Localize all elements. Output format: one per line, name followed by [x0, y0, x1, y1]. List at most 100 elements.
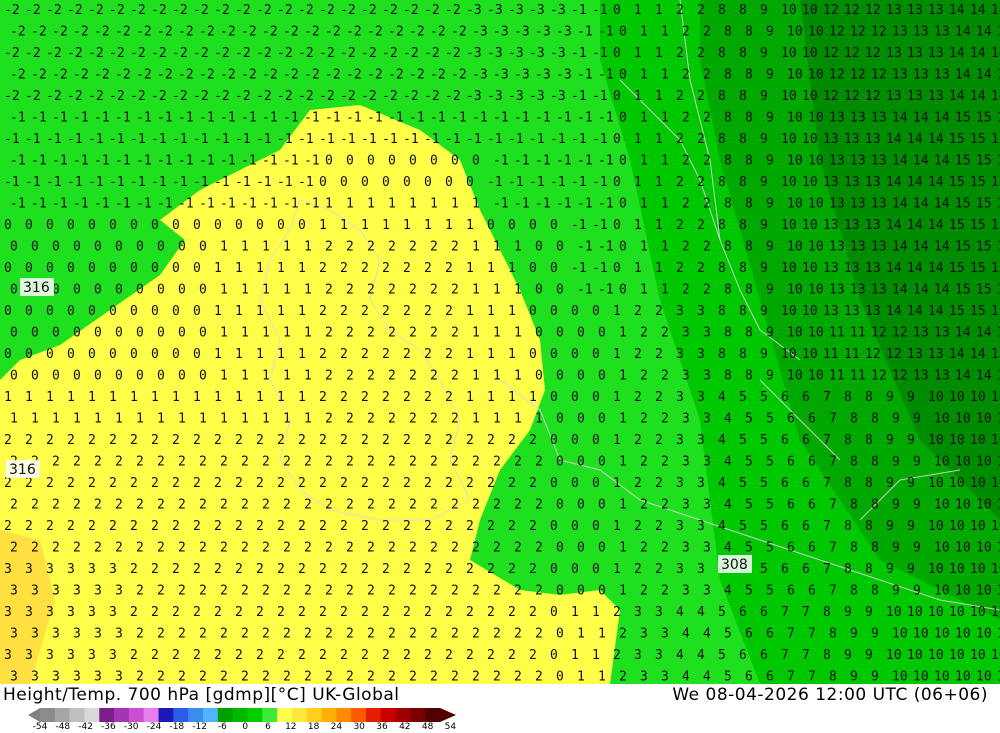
- temp-value: 2: [529, 433, 537, 448]
- temp-value: 14: [913, 240, 929, 255]
- temp-value: 1: [487, 347, 495, 362]
- temp-value: 3: [697, 519, 705, 534]
- temp-value: 8: [718, 304, 726, 319]
- temp-value: 1: [220, 240, 228, 255]
- temp-value: 0: [46, 218, 54, 233]
- temp-value: 1: [151, 390, 159, 405]
- temp-value: 2: [640, 369, 648, 384]
- temp-value: 2: [346, 240, 354, 255]
- temp-value: 10: [976, 455, 992, 470]
- temp-value: 10: [976, 584, 992, 599]
- temp-value: 1: [592, 648, 600, 663]
- temp-value: 6: [781, 390, 789, 405]
- temp-value: 2: [367, 670, 375, 685]
- temp-value: 14: [913, 283, 929, 298]
- temp-value: 0: [214, 218, 222, 233]
- temp-value: 10: [802, 46, 818, 61]
- temp-value: 14: [928, 304, 944, 319]
- temp-value: 1: [619, 584, 627, 599]
- temp-value: 1: [655, 261, 663, 276]
- temp-value: 3: [88, 648, 96, 663]
- temp-value: 0: [613, 46, 621, 61]
- temp-value: 2: [151, 562, 159, 577]
- temp-value: 8: [871, 455, 879, 470]
- temp-value: 2: [613, 605, 621, 620]
- temp-value: 2: [382, 433, 390, 448]
- temp-value: 10: [808, 283, 824, 298]
- temp-value: -2: [262, 68, 278, 83]
- temp-value: 1: [613, 519, 621, 534]
- temp-value: 1: [493, 326, 501, 341]
- temp-value: 0: [577, 326, 585, 341]
- temp-value: 14: [976, 68, 992, 83]
- temp-value: 13: [865, 175, 881, 190]
- temp-value: 3: [52, 584, 60, 599]
- temp-value: 0: [178, 240, 186, 255]
- temp-value: 0: [136, 369, 144, 384]
- temp-value: -2: [256, 3, 272, 18]
- temp-value: 9: [913, 455, 921, 470]
- temp-value: 13: [907, 3, 923, 18]
- temp-value: 2: [157, 541, 165, 556]
- temp-value: 2: [640, 412, 648, 427]
- temp-value: 10: [886, 605, 902, 620]
- temp-value: 10: [955, 498, 971, 513]
- temp-value: 2: [346, 455, 354, 470]
- colorbar-swatch: [306, 708, 322, 722]
- temp-value: 5: [739, 433, 747, 448]
- temp-value: 2: [634, 433, 642, 448]
- temp-value: -1: [493, 197, 509, 212]
- temp-value: 0: [577, 455, 585, 470]
- temp-value: 2: [535, 627, 543, 642]
- temp-value: 2: [346, 584, 354, 599]
- temp-value: 2: [325, 541, 333, 556]
- temp-value: 1: [382, 218, 390, 233]
- temp-value: 2: [424, 519, 432, 534]
- temp-value: 10: [955, 412, 971, 427]
- temp-value: 10: [808, 25, 824, 40]
- temp-value: 13: [823, 218, 839, 233]
- temp-value: 13: [907, 46, 923, 61]
- temp-value: 8: [745, 154, 753, 169]
- temp-value: 0: [592, 476, 600, 491]
- temp-value: 13: [871, 154, 887, 169]
- temp-value: -1: [535, 111, 551, 126]
- temp-value: 1: [619, 326, 627, 341]
- temp-value: 2: [298, 605, 306, 620]
- temp-value: 1: [256, 347, 264, 362]
- temp-value: 10: [934, 412, 950, 427]
- temp-value: 5: [760, 433, 768, 448]
- temp-value: -2: [4, 46, 20, 61]
- temp-value: 2: [676, 46, 684, 61]
- temp-value: -1: [73, 154, 89, 169]
- temp-value: 0: [550, 218, 558, 233]
- temp-value: -1: [130, 175, 146, 190]
- temp-value: -1: [514, 197, 530, 212]
- temp-value: 2: [319, 476, 327, 491]
- temp-value: 2: [52, 498, 60, 513]
- temp-value: -2: [388, 68, 404, 83]
- temp-value: 10: [781, 175, 797, 190]
- temp-value: 2: [634, 519, 642, 534]
- temp-value: -1: [241, 197, 257, 212]
- temp-value: 1: [655, 46, 663, 61]
- temp-value: 2: [661, 498, 669, 513]
- temp-value: 0: [115, 326, 123, 341]
- temp-value: 1: [52, 412, 60, 427]
- temp-value: 2: [172, 519, 180, 534]
- temp-value: 2: [262, 541, 270, 556]
- temp-value: 0: [571, 347, 579, 362]
- temp-value: 0: [592, 562, 600, 577]
- temp-value: 8: [865, 476, 873, 491]
- temp-value: 2: [130, 648, 138, 663]
- temp-value: 13: [823, 132, 839, 147]
- temp-value: 3: [634, 648, 642, 663]
- temp-value: 5: [766, 498, 774, 513]
- temp-value: 14: [886, 304, 902, 319]
- temp-value: 0: [10, 283, 18, 298]
- temp-value: 6: [802, 519, 810, 534]
- temp-value: 9: [886, 519, 894, 534]
- temp-value: -3: [550, 46, 566, 61]
- temp-value: 3: [682, 369, 690, 384]
- colorbar-tick-label: -54: [32, 722, 48, 732]
